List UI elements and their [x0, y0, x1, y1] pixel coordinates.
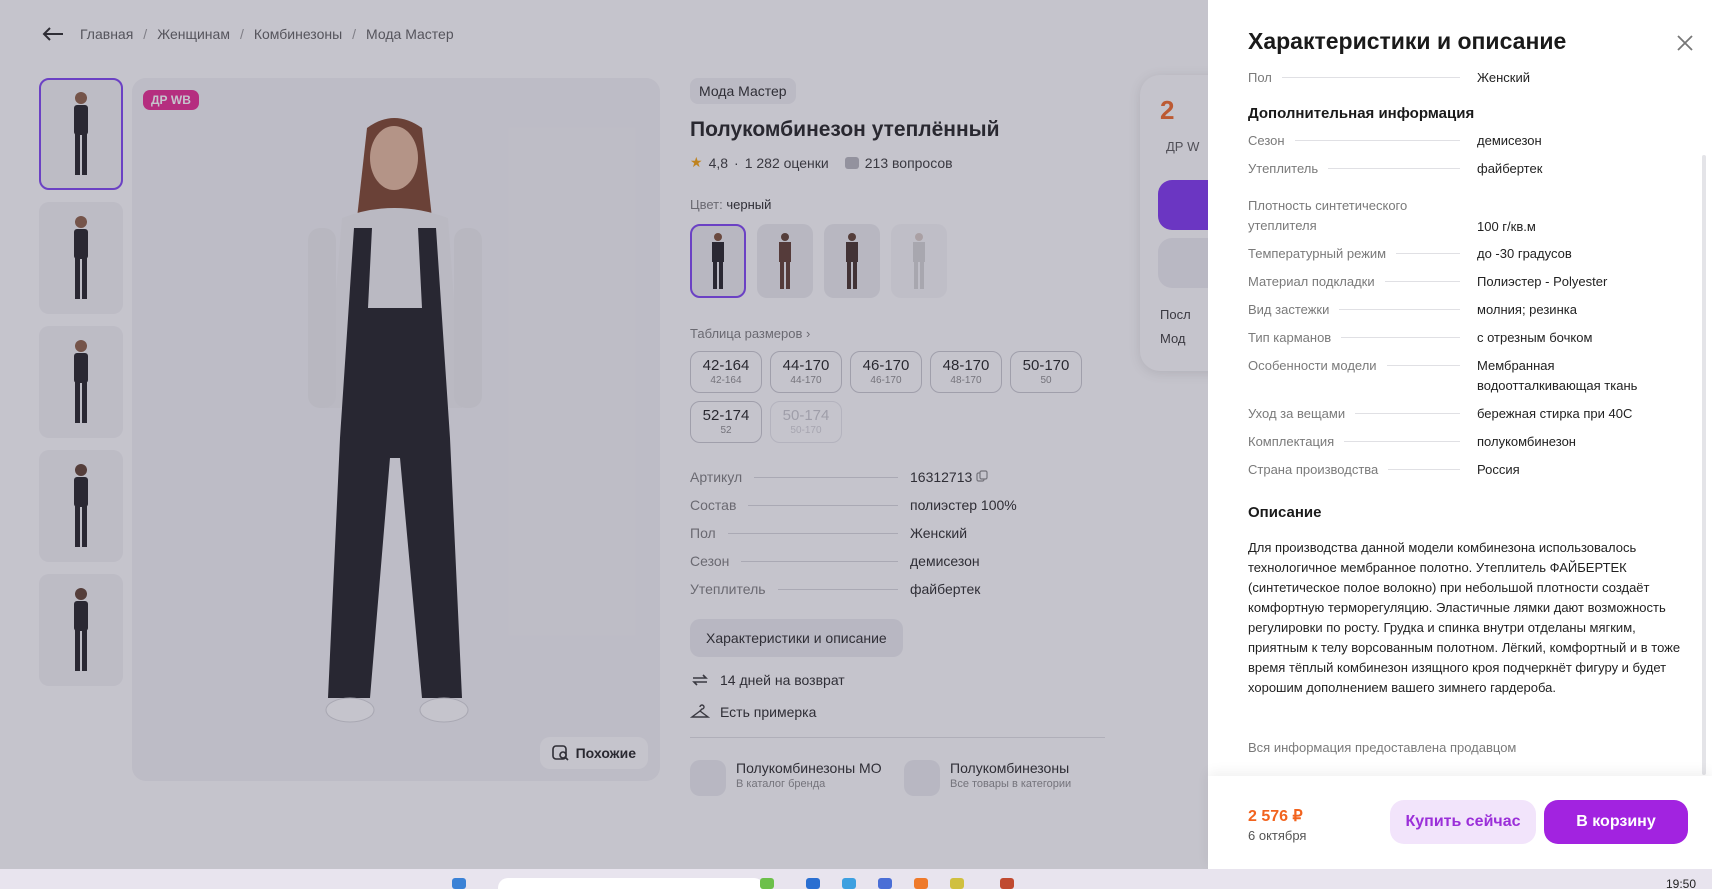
char-value: файбертек [1477, 161, 1543, 176]
delivery-date: 6 октября [1248, 828, 1307, 843]
char-key: Пол [1248, 70, 1470, 88]
char-key: Температурный режим [1248, 244, 1470, 264]
char-value: молния; резинка [1477, 302, 1577, 317]
char-key: Материал подкладки [1248, 272, 1470, 292]
description-text: Для производства данной модели комбинезо… [1248, 540, 1681, 695]
description-title: Описание [1248, 504, 1322, 521]
dot-leader [1396, 253, 1460, 254]
panel-content[interactable]: Пол Женский Дополнительная информация Сез… [1208, 70, 1712, 776]
char-key: Тип карманов [1248, 328, 1470, 348]
close-icon[interactable] [1676, 34, 1694, 52]
dot-leader [1386, 365, 1460, 366]
add-to-cart-button[interactable]: В корзину [1544, 800, 1688, 844]
dot-leader [1341, 337, 1460, 338]
char-value: демисезон [1477, 133, 1542, 148]
char-key: Особенности модели [1248, 356, 1470, 376]
char-value: полукомбинезон [1477, 434, 1576, 449]
taskbar-app-icon[interactable] [914, 878, 928, 889]
char-value: Женский [1477, 70, 1530, 85]
footer-price: 2 576 ₽ [1248, 808, 1303, 825]
dot-leader [1344, 441, 1460, 442]
char-key-text: Тип карманов [1248, 330, 1332, 345]
taskbar-app-icon[interactable] [1000, 878, 1014, 889]
char-value: с отрезным бочком [1477, 330, 1593, 345]
char-key-text: Вид застежки [1248, 302, 1330, 317]
dot-leader [1388, 469, 1460, 470]
taskbar-app-icon[interactable] [842, 878, 856, 889]
char-key: Плотность синтетического утеплителя [1248, 196, 1438, 236]
char-key-text: Особенности модели [1248, 358, 1377, 373]
taskbar-app-icon[interactable] [950, 878, 964, 889]
buy-now-button[interactable]: Купить сейчас [1390, 800, 1536, 844]
char-key: Комплектация [1248, 432, 1470, 452]
char-value: 100 г/кв.м [1477, 219, 1536, 234]
char-value: бережная стирка при 40С [1477, 406, 1633, 421]
char-value: Россия [1477, 462, 1520, 477]
dot-leader [1339, 309, 1460, 310]
windows-start-icon[interactable] [452, 878, 466, 889]
char-value: Полиэстер - Polyester [1477, 274, 1608, 289]
panel-title: Характеристики и описание [1248, 28, 1567, 54]
char-key-text: Пол [1248, 70, 1272, 85]
taskbar-app-icon[interactable] [806, 878, 820, 889]
taskbar-app-icon[interactable] [878, 878, 892, 889]
dot-leader [1384, 281, 1460, 282]
characteristics-panel: Характеристики и описание Пол Женский Доп… [1208, 0, 1712, 869]
dot-leader [1355, 413, 1460, 414]
additional-info-title: Дополнительная информация [1248, 105, 1475, 122]
char-key: Уход за вещами [1248, 404, 1470, 424]
char-key: Утеплитель [1248, 159, 1470, 179]
char-key-text: Материал подкладки [1248, 274, 1375, 289]
char-key: Вид застежки [1248, 300, 1470, 320]
panel-footer: 2 576 ₽ 6 октября Купить сейчас В корзин… [1208, 776, 1712, 869]
char-value: до -30 градусов [1477, 246, 1572, 261]
dot-leader [1294, 140, 1460, 141]
char-value: Мембранная водоотталкивающая ткань [1477, 358, 1638, 393]
char-key-text: Страна производства [1248, 462, 1379, 477]
char-key: Сезон [1248, 131, 1470, 151]
taskbar-clock: 19:50 [1665, 877, 1696, 889]
taskbar-search[interactable] [498, 878, 764, 889]
scrollbar[interactable] [1702, 155, 1706, 775]
taskbar: 19:50 [0, 869, 1712, 889]
char-key-text: Плотность синтетического утеплителя [1248, 198, 1408, 233]
modal-backdrop[interactable] [0, 0, 1208, 869]
char-key-text: Комплектация [1248, 434, 1335, 449]
char-key: Страна производства [1248, 460, 1470, 480]
char-key-text: Утеплитель [1248, 161, 1319, 176]
seller-info-note: Вся информация предоставлена продавцом [1248, 740, 1517, 755]
char-key-text: Температурный режим [1248, 246, 1387, 261]
taskbar-app-icon[interactable] [760, 878, 774, 889]
char-key-text: Уход за вещами [1248, 406, 1346, 421]
char-key-text: Сезон [1248, 133, 1285, 148]
dot-leader [1281, 77, 1460, 78]
dot-leader [1328, 168, 1460, 169]
